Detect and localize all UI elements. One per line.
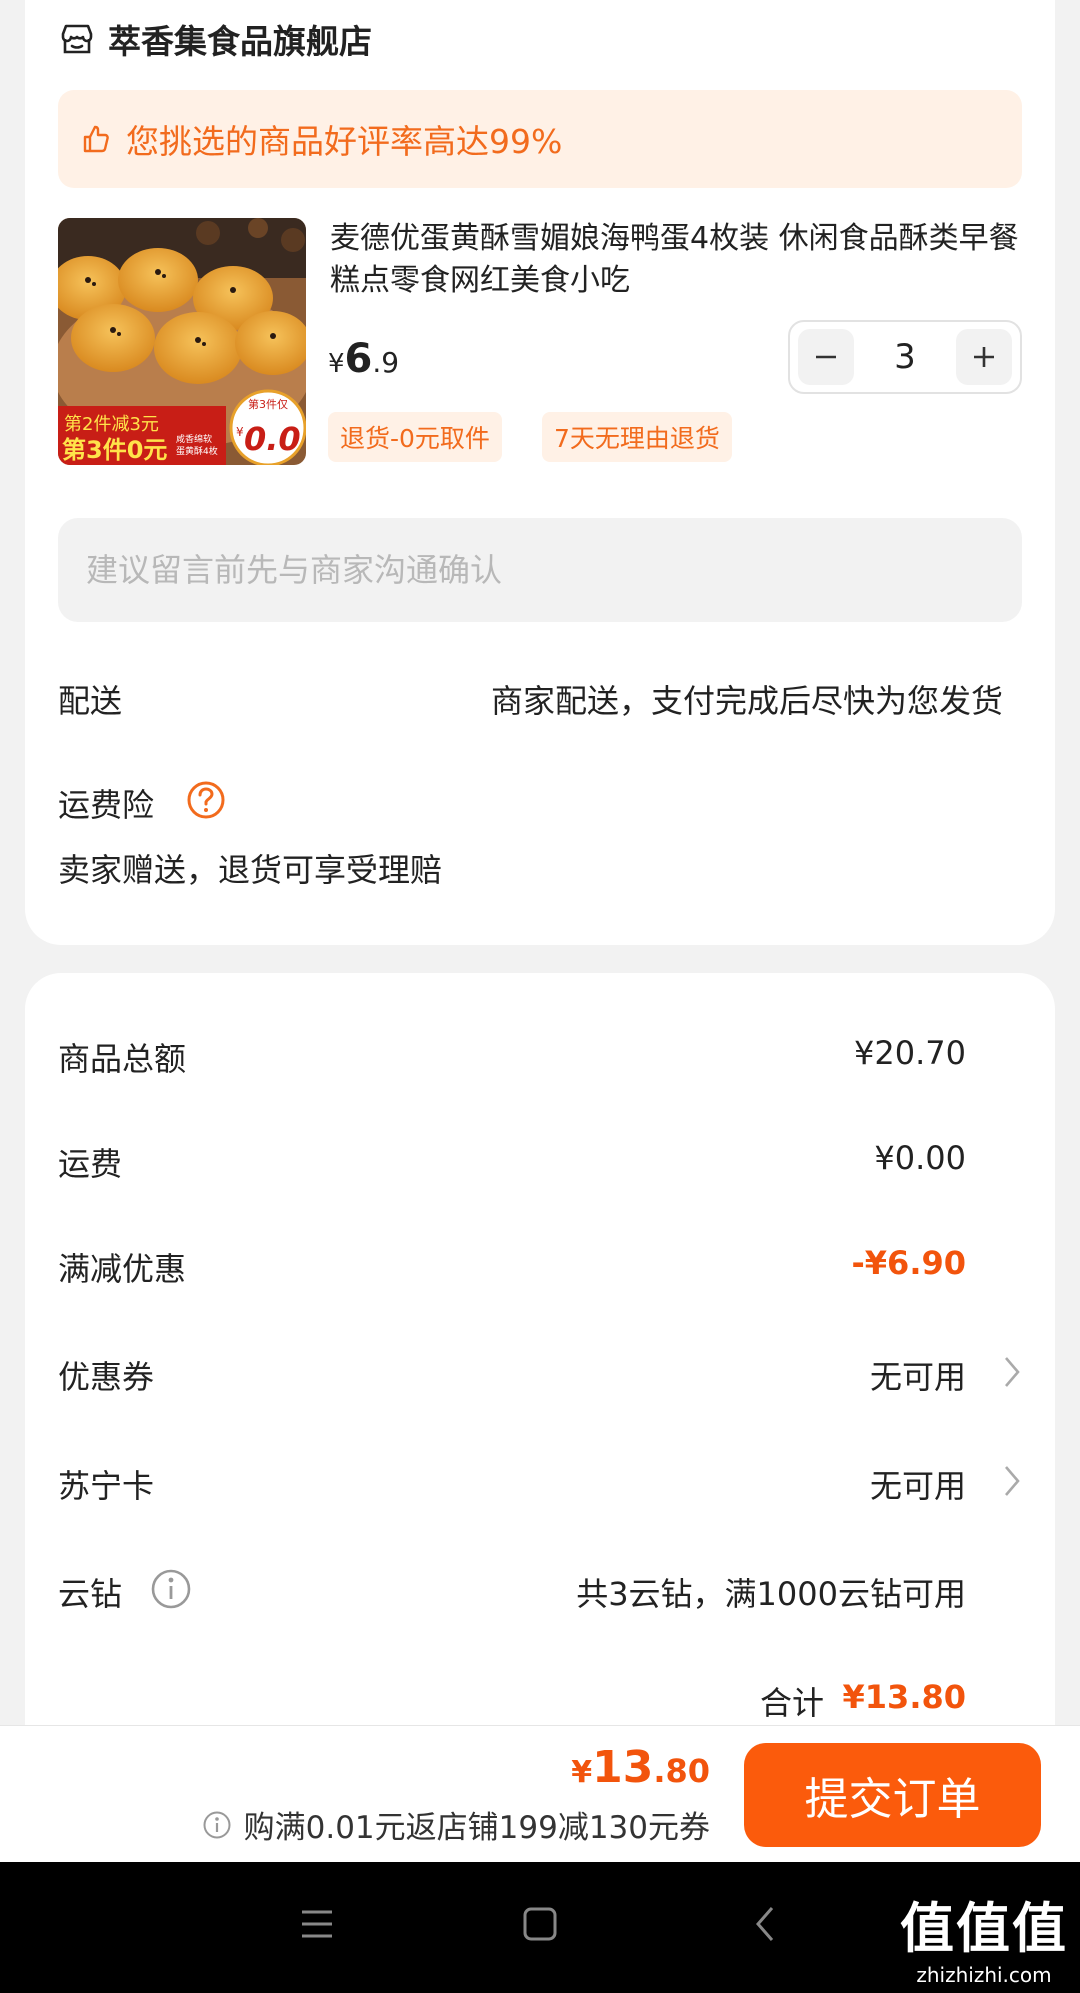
plus-icon <box>973 347 994 367</box>
cloud-diamond-label: 云钻 <box>58 1575 123 1613</box>
submit-order-button[interactable]: 提交订单 <box>744 1743 1041 1847</box>
watermark-small: zhizhizhi.com <box>916 1963 1052 1987</box>
increase-button[interactable] <box>955 329 1012 385</box>
subtotal-label: 合计 <box>759 1684 824 1722</box>
watermark: 值值值 zhizhizhi.com <box>900 1884 1068 1987</box>
store-icon <box>60 22 94 56</box>
thumbs-up-icon <box>80 124 110 154</box>
image-promo-small1: 咸香绵软 <box>176 433 212 445</box>
image-promo-small2: 蛋黄酥4枚 <box>176 445 218 457</box>
goods-total-value: ¥20.70 <box>854 1034 966 1072</box>
product-price: ¥6.9 <box>328 336 399 382</box>
coupon-label: 优惠券 <box>58 1358 155 1396</box>
tag-7day-return: 7天无理由退货 <box>542 412 732 462</box>
discount-label: 满减优惠 <box>58 1250 187 1288</box>
store-header[interactable]: 萃香集食品旗舰店 <box>60 14 372 64</box>
rating-text: 您挑选的商品好评率高达99% <box>126 122 563 161</box>
coupon-value[interactable]: 无可用 <box>870 1352 966 1398</box>
promo-text: 购满0.01元返店铺199减130元券 <box>243 1810 710 1846</box>
home-icon[interactable] <box>522 1904 558 1944</box>
system-nav-bar: 值值值 zhizhizhi.com <box>0 1862 1080 1993</box>
insurance-label: 运费险 <box>58 786 155 824</box>
suning-card-value[interactable]: 无可用 <box>870 1461 966 1507</box>
image-badge-price: 0.0 <box>244 420 301 458</box>
image-promo-line1: 第2件减3元 <box>64 414 159 435</box>
minus-icon <box>816 355 836 359</box>
shipping-label: 运费 <box>58 1145 123 1183</box>
back-icon[interactable] <box>754 1904 778 1944</box>
image-badge-currency: ¥ <box>236 425 244 439</box>
info-icon <box>202 1810 232 1840</box>
suning-card-label: 苏宁卡 <box>58 1467 155 1505</box>
total-dec: .80 <box>653 1752 710 1790</box>
quantity-stepper: 3 <box>788 320 1022 394</box>
rating-banner: 您挑选的商品好评率高达99% <box>58 90 1022 188</box>
chevron-right-icon[interactable] <box>1000 1461 1024 1501</box>
store-name: 萃香集食品旗舰店 <box>108 22 372 61</box>
menu-icon[interactable] <box>300 1904 334 1944</box>
help-icon[interactable] <box>186 780 226 820</box>
price-dec: .9 <box>372 346 400 379</box>
price-currency: ¥ <box>328 349 345 379</box>
info-icon[interactable] <box>150 1568 192 1610</box>
delivery-label: 配送 <box>58 682 123 720</box>
chevron-right-icon[interactable] <box>1000 1352 1024 1392</box>
subtotal-value: ¥13.80 <box>842 1678 966 1716</box>
checkout-bar: ¥13.80 购满0.01元返店铺199减130元券 提交订单 <box>0 1725 1080 1862</box>
image-promo-line2: 第3件0元 <box>62 436 167 464</box>
quantity-value[interactable]: 3 <box>894 337 916 377</box>
product-title[interactable]: 麦德优蛋黄酥雪媚娘海鸭蛋4枚装 休闲食品酥类早餐糕点零食网红美食小吃 <box>330 218 1030 302</box>
price-int: 6 <box>344 336 373 382</box>
total-price: ¥13.80 <box>571 1742 710 1793</box>
watermark-big: 值值值 <box>900 1897 1068 1960</box>
promo-tip[interactable]: 购满0.01元返店铺199减130元券 <box>202 1802 710 1847</box>
image-badge-top: 第3件仅 <box>248 397 288 411</box>
tag-free-return-pickup: 退货-0元取件 <box>328 412 502 462</box>
total-int: 13 <box>592 1742 654 1793</box>
product-image[interactable]: 第2件减3元 第3件0元 咸香绵软 蛋黄酥4枚 第3件仅 ¥ 0.0 <box>58 218 306 465</box>
shipping-value: ¥0.00 <box>874 1139 966 1177</box>
discount-value: -¥6.90 <box>851 1244 967 1282</box>
delivery-value[interactable]: 商家配送，支付完成后尽快为您发货 <box>491 676 1003 722</box>
goods-total-label: 商品总额 <box>58 1040 187 1078</box>
decrease-button[interactable] <box>798 329 854 385</box>
cloud-diamond-value: 共3云钻，满1000云钻可用 <box>576 1575 966 1613</box>
remark-input[interactable] <box>58 518 1022 622</box>
insurance-desc: 卖家赠送，退货可享受理赔 <box>58 851 443 889</box>
total-currency: ¥ <box>571 1755 593 1790</box>
